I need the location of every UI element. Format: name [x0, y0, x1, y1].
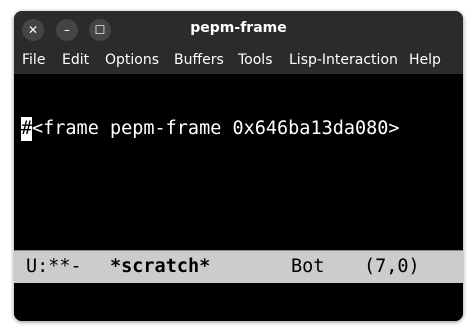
echo-area[interactable]: [14, 283, 463, 321]
window-title: pepm-frame: [190, 20, 287, 36]
text-cursor: #: [21, 117, 33, 141]
menu-lisp-interaction[interactable]: Lisp-Interaction: [289, 52, 398, 68]
buffer-line: #<frame pepm-frame 0x646ba13da080>: [21, 117, 400, 141]
frame-output-text: <frame pepm-frame 0x646ba13da080>: [32, 118, 400, 139]
mode-line[interactable]: U:**- *scratch* Bot (7,0): [14, 250, 463, 283]
menu-edit[interactable]: Edit: [62, 52, 89, 68]
menu-bar: File Edit Options Buffers Tools Lisp-Int…: [14, 47, 463, 74]
menu-options[interactable]: Options: [105, 52, 159, 68]
modeline-line-col: (7,0): [364, 256, 420, 277]
menu-buffers[interactable]: Buffers: [174, 52, 224, 68]
modeline-status: U:**-: [26, 256, 82, 277]
text-buffer[interactable]: #<frame pepm-frame 0x646ba13da080>: [14, 74, 463, 248]
menu-file[interactable]: File: [22, 52, 45, 68]
title-bar[interactable]: ✕ – ☐ pepm-frame: [14, 11, 463, 47]
menu-tools[interactable]: Tools: [238, 52, 273, 68]
modeline-position: Bot: [291, 256, 325, 277]
modeline-buffer-name: *scratch*: [110, 256, 211, 277]
menu-help[interactable]: Help: [409, 52, 441, 68]
emacs-window: ✕ – ☐ pepm-frame File Edit Options Buffe…: [14, 11, 463, 321]
